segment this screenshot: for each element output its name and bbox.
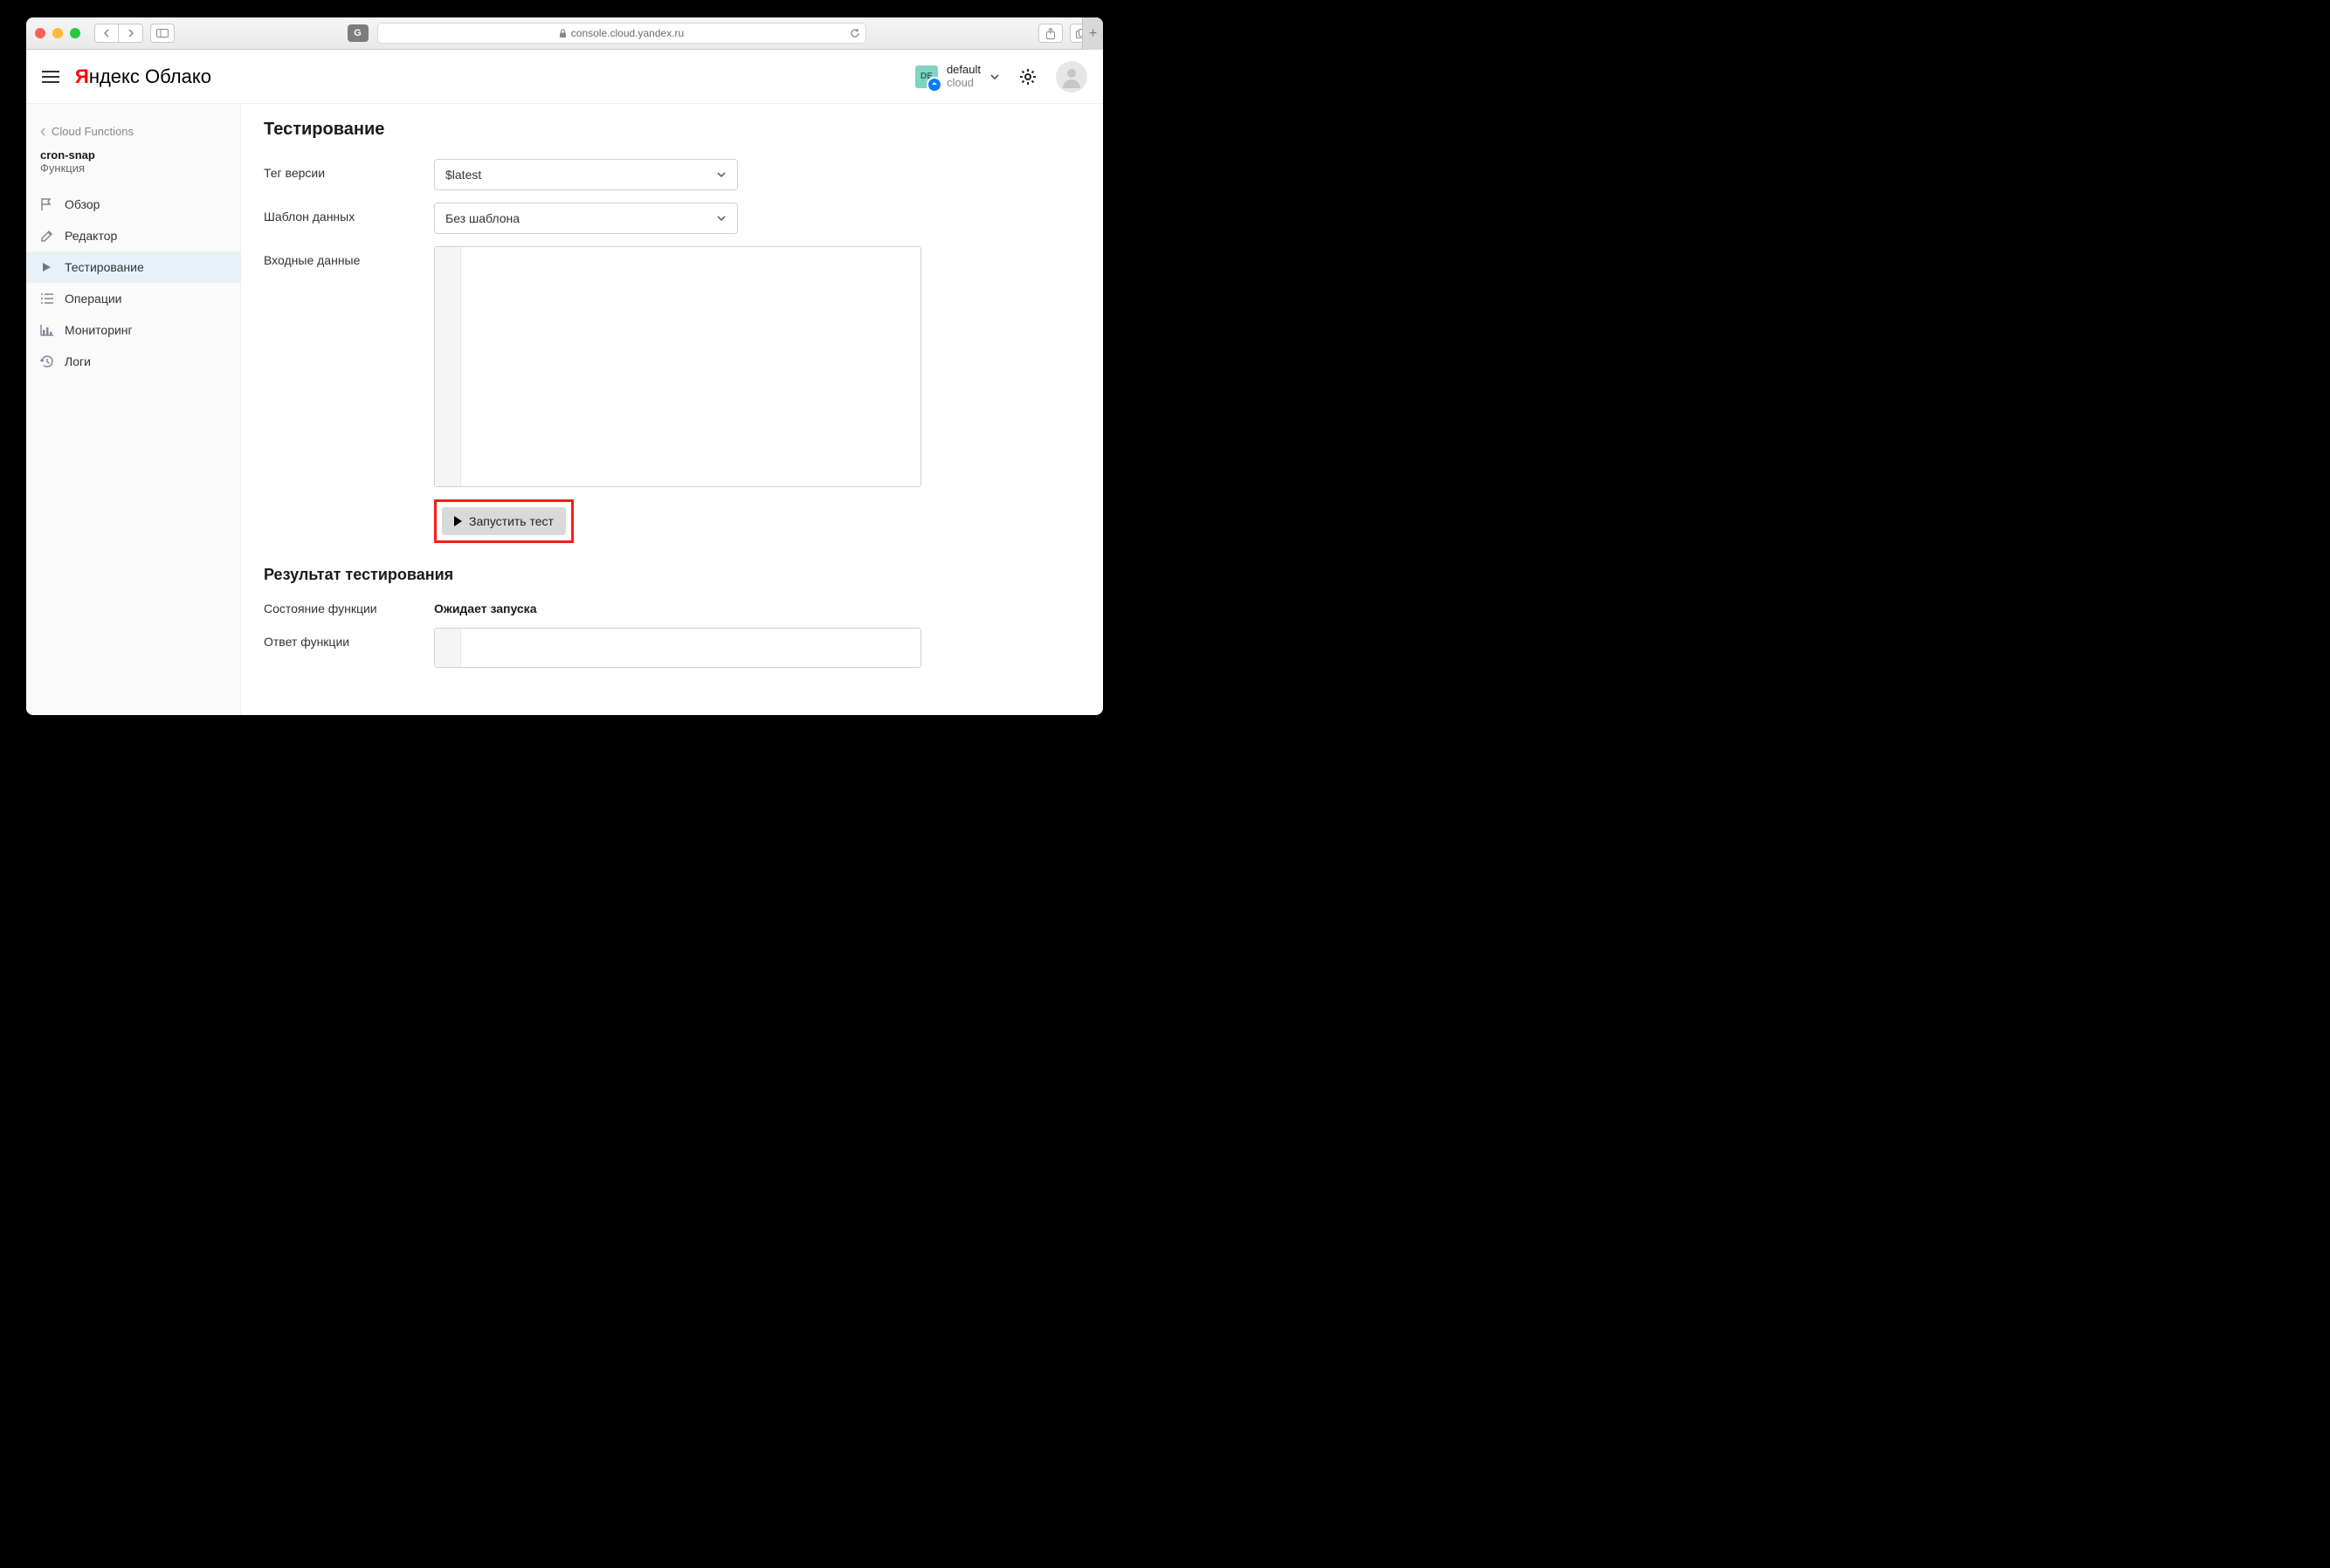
browser-window: G console.cloud.yandex.ru + (26, 17, 1103, 715)
gear-icon[interactable] (1019, 68, 1037, 86)
logo[interactable]: Яндекс Облако (75, 65, 211, 88)
editor-gutter (435, 247, 461, 486)
forward-button[interactable] (119, 24, 143, 43)
safari-toolbar: G console.cloud.yandex.ru + (26, 17, 1103, 50)
input-label: Входные данные (264, 246, 434, 267)
sidebar-item-label: Логи (65, 354, 91, 368)
flag-icon (40, 197, 54, 211)
back-button[interactable] (94, 24, 119, 43)
state-label: Состояние функции (264, 602, 434, 616)
template-value: Без шаблона (445, 211, 520, 225)
window-controls (35, 28, 80, 38)
sidebar-item-label: Обзор (65, 197, 100, 211)
sidebar-item-label: Редактор (65, 229, 117, 243)
history-icon (40, 354, 54, 368)
chart-icon (40, 323, 54, 337)
sidebar-item-logs[interactable]: Логи (26, 346, 240, 377)
reader-badge[interactable]: G (348, 24, 369, 42)
row-version-tag: Тег версии $latest (264, 159, 1080, 190)
sidebar-item-testing[interactable]: Тестирование (26, 251, 240, 283)
lock-icon (559, 29, 567, 38)
avatar[interactable] (1056, 61, 1087, 93)
row-response: Ответ функции (264, 628, 1080, 668)
cloud-badge: DE (915, 65, 938, 88)
cloud-selector[interactable]: DE default cloud (915, 64, 1000, 89)
input-editor[interactable] (434, 246, 921, 487)
cloud-text: default cloud (947, 64, 981, 89)
row-input: Входные данные (264, 246, 1080, 487)
sidebar-item-editor[interactable]: Редактор (26, 220, 240, 251)
response-label: Ответ функции (264, 628, 434, 649)
chevron-left-icon (40, 127, 46, 136)
maximize-window-button[interactable] (70, 28, 80, 38)
row-state: Состояние функции Ожидает запуска (264, 602, 1080, 616)
template-select[interactable]: Без шаблона (434, 203, 738, 234)
version-tag-label: Тег версии (264, 159, 434, 180)
play-icon (454, 516, 462, 526)
state-value: Ожидает запуска (434, 602, 536, 616)
result-title: Результат тестирования (264, 566, 1080, 584)
function-name: cron-snap (26, 147, 240, 162)
run-test-button[interactable]: Запустить тест (442, 507, 566, 535)
run-highlight: Запустить тест (434, 499, 574, 543)
address-bar[interactable]: console.cloud.yandex.ru (377, 23, 866, 44)
version-tag-select[interactable]: $latest (434, 159, 738, 190)
main-panel: Тестирование Тег версии $latest Шаблон д… (241, 104, 1103, 715)
play-icon (40, 260, 54, 274)
sidebar-item-label: Операции (65, 292, 122, 306)
sidebar-item-overview[interactable]: Обзор (26, 189, 240, 220)
version-tag-value: $latest (445, 168, 481, 182)
response-editor[interactable] (434, 628, 921, 668)
app-body: Cloud Functions cron-snap Функция Обзор … (26, 104, 1103, 715)
cloud-sub: cloud (947, 77, 981, 89)
header-right: DE default cloud (915, 61, 1087, 93)
share-button[interactable] (1038, 24, 1063, 43)
logo-cloud: Облако (140, 65, 211, 87)
run-wrap: Запустить тест (434, 499, 1080, 543)
chevron-down-icon (716, 171, 727, 178)
nav-buttons (94, 24, 143, 43)
chevron-down-icon (716, 215, 727, 222)
editor-content[interactable] (461, 247, 920, 486)
list-icon (40, 292, 54, 306)
editor-gutter (435, 629, 461, 667)
reload-icon[interactable] (850, 28, 860, 38)
address-bar-wrap: G console.cloud.yandex.ru (182, 23, 1031, 44)
breadcrumb[interactable]: Cloud Functions (26, 116, 240, 147)
breadcrumb-label: Cloud Functions (52, 125, 134, 138)
sidebar-item-label: Тестирование (65, 260, 144, 274)
new-tab-button[interactable]: + (1082, 17, 1103, 50)
sidebar-toggle-button[interactable] (150, 24, 175, 43)
logo-ndex: ндекс (89, 65, 140, 87)
sidebar-item-monitoring[interactable]: Мониторинг (26, 314, 240, 346)
cloud-name: default (947, 64, 981, 76)
chevron-down-icon (989, 73, 1000, 80)
edit-icon (40, 229, 54, 243)
template-label: Шаблон данных (264, 203, 434, 224)
run-button-label: Запустить тест (469, 514, 554, 528)
page-title: Тестирование (264, 120, 1080, 140)
row-template: Шаблон данных Без шаблона (264, 203, 1080, 234)
sidebar-item-operations[interactable]: Операции (26, 283, 240, 314)
function-type: Функция (26, 162, 240, 189)
app-header: Яндекс Облако DE default cloud (26, 50, 1103, 104)
minimize-window-button[interactable] (52, 28, 63, 38)
editor-content (461, 629, 920, 667)
sidebar: Cloud Functions cron-snap Функция Обзор … (26, 104, 241, 715)
close-window-button[interactable] (35, 28, 45, 38)
menu-icon[interactable] (42, 71, 59, 83)
url-text: console.cloud.yandex.ru (571, 27, 684, 39)
logo-ya: Я (75, 65, 89, 87)
sidebar-item-label: Мониторинг (65, 323, 133, 337)
